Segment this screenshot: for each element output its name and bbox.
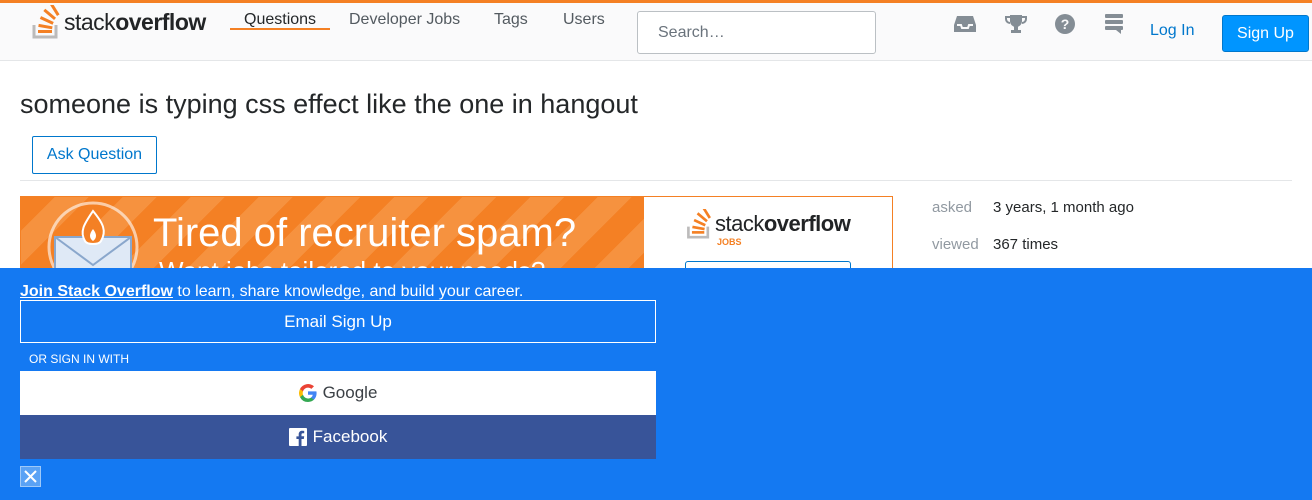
facebook-label: Facebook	[312, 427, 388, 446]
login-link[interactable]: Log In	[1150, 22, 1194, 40]
search-input[interactable]	[637, 11, 876, 54]
google-signin-button[interactable]: Google	[20, 371, 656, 415]
nav-tags[interactable]: Tags	[494, 11, 528, 29]
top-bar: stackoverflow Questions Developer Jobs T…	[0, 0, 1312, 61]
nav-active-underline	[230, 28, 330, 30]
ad-headline: Tired of recruiter spam?	[153, 211, 577, 255]
svg-text:?: ?	[1061, 16, 1070, 32]
nav-questions[interactable]: Questions	[244, 11, 316, 29]
join-link[interactable]: Join Stack Overflow	[20, 283, 173, 300]
achievements-icon[interactable]	[1004, 12, 1028, 36]
stack-overflow-jobs-logo-icon	[687, 209, 711, 239]
divider	[20, 180, 1292, 181]
close-icon[interactable]	[20, 466, 41, 487]
question-title[interactable]: someone is typing css effect like the on…	[20, 89, 638, 120]
email-signup-button[interactable]: Email Sign Up	[20, 300, 656, 343]
nav-developer-jobs[interactable]: Developer Jobs	[349, 11, 460, 29]
google-label: Google	[322, 383, 378, 402]
join-text: Join Stack Overflow to learn, share know…	[20, 283, 524, 300]
help-icon[interactable]: ?	[1053, 12, 1077, 36]
inbox-icon[interactable]	[953, 12, 977, 36]
logo-text: stackoverflow	[64, 8, 206, 35]
viewed-label: viewed	[932, 236, 979, 253]
ad-logo-text: stackoverflow	[715, 211, 851, 236]
facebook-icon	[288, 428, 307, 446]
ask-question-button[interactable]: Ask Question	[32, 136, 157, 174]
ad-jobs-label: JOBS	[717, 237, 742, 247]
stack-overflow-logo-icon	[32, 5, 60, 39]
or-sign-in-with-label: OR SIGN IN WITH	[29, 352, 129, 366]
site-switcher-icon[interactable]	[1102, 12, 1126, 36]
asked-value: 3 years, 1 month ago	[993, 199, 1134, 216]
viewed-value: 367 times	[993, 236, 1059, 253]
asked-label: asked	[932, 199, 973, 216]
signup-button[interactable]: Sign Up	[1222, 15, 1309, 52]
signup-overlay: Join Stack Overflow to learn, share know…	[0, 268, 1312, 500]
nav-users[interactable]: Users	[563, 11, 605, 29]
google-icon	[298, 384, 317, 402]
facebook-signin-button[interactable]: Facebook	[20, 415, 656, 459]
site-logo[interactable]: stackoverflow	[32, 5, 206, 39]
ad-logo: stackoverflow	[686, 209, 851, 239]
